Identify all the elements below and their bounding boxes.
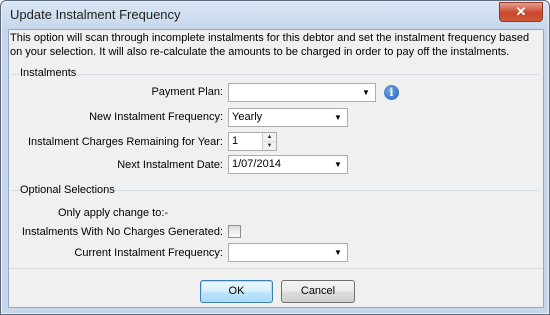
payment-plan-dropdown[interactable]: ▼	[228, 83, 376, 102]
payment-plan-label: Payment Plan:	[151, 86, 223, 98]
no-charges-checkbox[interactable]	[228, 225, 241, 238]
charges-remaining-spinner[interactable]: 1 ▲ ▼	[228, 132, 277, 151]
next-date-label: Next Instalment Date:	[117, 159, 223, 171]
charges-remaining-value: 1	[232, 135, 239, 147]
spin-down-icon[interactable]: ▼	[263, 142, 276, 150]
info-icon[interactable]: i	[384, 85, 399, 100]
new-frequency-value: Yearly	[232, 111, 263, 123]
dialog-body: This option will scan through incomplete…	[8, 29, 544, 308]
instalments-group	[11, 74, 539, 75]
instalments-group-label: Instalments	[20, 67, 77, 79]
next-date-picker[interactable]: 1/07/2014 ▼	[228, 155, 348, 174]
ok-button[interactable]: OK	[200, 280, 273, 303]
close-button[interactable]: ✕	[499, 2, 543, 22]
current-frequency-dropdown[interactable]: ▼	[228, 243, 348, 262]
spin-up-icon[interactable]: ▲	[263, 133, 276, 142]
close-icon: ✕	[515, 4, 527, 19]
chevron-down-icon: ▼	[334, 113, 342, 122]
new-frequency-dropdown[interactable]: Yearly ▼	[228, 108, 348, 127]
current-frequency-label: Current Instalment Frequency:	[74, 247, 223, 259]
chevron-down-icon: ▼	[334, 160, 342, 169]
button-separator	[9, 268, 543, 269]
chevron-down-icon: ▼	[362, 88, 370, 97]
window-title: Update Instalment Frequency	[10, 7, 181, 22]
new-frequency-label: New Instalment Frequency:	[89, 111, 223, 123]
description-text: This option will scan through incomplete…	[10, 32, 530, 58]
cancel-button[interactable]: Cancel	[281, 280, 355, 303]
charges-remaining-label: Instalment Charges Remaining for Year:	[27, 136, 223, 148]
only-apply-text: Only apply change to:-	[58, 207, 169, 219]
no-charges-label: Instalments With No Charges Generated:	[21, 226, 223, 238]
next-date-value: 1/07/2014	[232, 158, 281, 170]
optional-group-label: Optional Selections	[20, 184, 115, 196]
dialog-window: Update Instalment Frequency ✕ This optio…	[0, 0, 550, 315]
chevron-down-icon: ▼	[334, 248, 342, 257]
